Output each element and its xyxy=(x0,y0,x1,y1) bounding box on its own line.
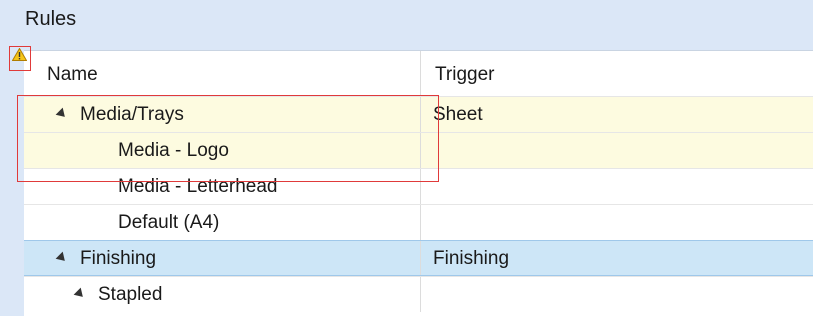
warning-annotation-box xyxy=(9,46,31,71)
column-header-trigger[interactable]: Trigger xyxy=(435,64,494,86)
expanded-triangle-icon[interactable] xyxy=(55,251,69,265)
row-name: Default (A4) xyxy=(118,212,220,233)
tree-row-finishing[interactable]: Finishing Finishing xyxy=(24,240,813,276)
highlight-annotation-box xyxy=(17,95,439,182)
table-header: Name Trigger xyxy=(24,51,813,96)
row-name: Finishing xyxy=(80,248,157,269)
rules-panel-title: Rules xyxy=(25,8,77,30)
row-name: Stapled xyxy=(98,284,163,305)
row-trigger: Finishing xyxy=(433,248,510,269)
cell-divider xyxy=(420,205,421,240)
cell-divider xyxy=(420,241,421,275)
warning-icon[interactable] xyxy=(12,48,27,61)
tree-row-default-a4[interactable]: Default (A4) xyxy=(24,204,813,240)
column-divider[interactable] xyxy=(420,51,421,96)
tree-row-stapled[interactable]: Stapled xyxy=(24,276,813,312)
expanded-triangle-icon[interactable] xyxy=(73,287,87,301)
column-header-name[interactable]: Name xyxy=(47,64,98,86)
row-trigger: Sheet xyxy=(433,104,483,125)
rules-tree-table: Name Trigger Media/Trays Sheet Media - L… xyxy=(24,50,813,316)
cell-divider xyxy=(420,277,421,312)
